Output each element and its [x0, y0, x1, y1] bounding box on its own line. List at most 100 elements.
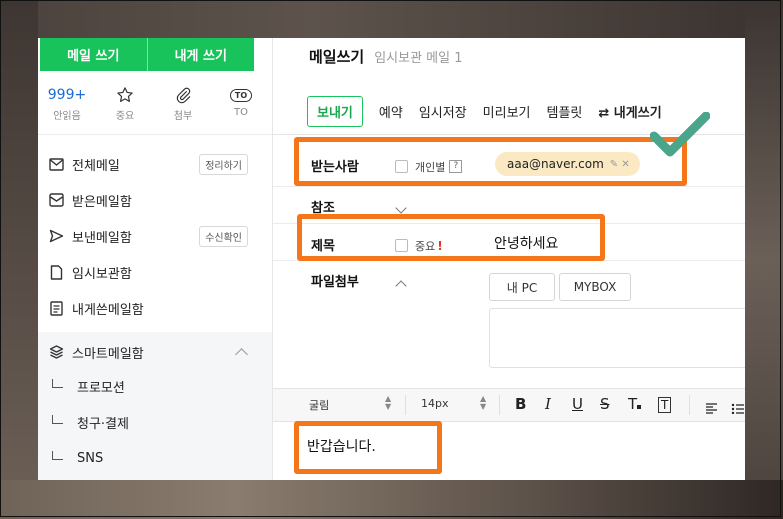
sidebar-item-label: 청구·결제 [77, 416, 129, 432]
chevron-down-icon[interactable] [395, 197, 407, 216]
recipient-label: 받는사람 [311, 160, 359, 175]
mail-app: 메일 쓰기 내게 쓰기 999+ 안읽음 중요 첨부 TO TO 전체메일 정리… [38, 38, 745, 480]
important-label: 중요 [415, 239, 436, 253]
sidebar-divider [38, 134, 272, 135]
sidebar-item-self-sent[interactable]: 내게쓴메일함 [38, 290, 272, 326]
compose-toolbar: 보내기 예약 임시저장 미리보기 템플릿 ⇄ 내게쓰기 [307, 96, 662, 127]
important-checkbox[interactable] [395, 239, 408, 252]
important-label: 중요 [115, 111, 135, 122]
font-stepper-icon[interactable]: ▲ ▼ [385, 395, 391, 411]
sidebar-item-sns[interactable]: SNS [38, 440, 272, 476]
individual-label: 개인별 [415, 160, 446, 174]
unread-label: 안읽음 [53, 111, 81, 122]
underline-icon[interactable]: U [572, 395, 583, 413]
attachment-label: 첨부 [173, 111, 193, 122]
to-label: TO [234, 107, 248, 118]
attachment-drop-zone[interactable] [489, 308, 745, 368]
chevron-up-icon[interactable] [395, 275, 407, 294]
recipient-address: aaa@naver.com [507, 157, 604, 171]
sidebar: 메일 쓰기 내게 쓰기 999+ 안읽음 중요 첨부 TO TO 전체메일 정리… [38, 38, 273, 480]
attachment-filter[interactable]: 첨부 [154, 84, 212, 124]
compose-header: 메일쓰기 임시보관 메일 1 [309, 46, 463, 67]
my-pc-button[interactable]: 내 PC [489, 273, 555, 301]
subject-row: 제목 중요! 안녕하세요 [273, 224, 745, 261]
help-icon[interactable]: ? [449, 160, 463, 173]
sidebar-item-billing[interactable]: 청구·결제 [38, 404, 272, 440]
subject-label: 제목 [311, 239, 335, 254]
attachment-label: 파일첨부 [311, 275, 359, 290]
envelope-icon [48, 156, 64, 172]
cc-row: 참조 [273, 187, 745, 224]
unread-filter[interactable]: 999+ 안읽음 [38, 84, 96, 124]
important-filter[interactable]: 중요 [96, 84, 154, 124]
send-button[interactable]: 보내기 [307, 96, 363, 127]
individual-checkbox[interactable] [395, 160, 408, 173]
sidebar-item-label: 전체메일 [72, 158, 120, 174]
sidebar-item-all-mail[interactable]: 전체메일 정리하기 [38, 146, 272, 182]
to-icon: TO [229, 84, 253, 106]
reserve-button[interactable]: 예약 [379, 102, 403, 121]
background-top [0, 0, 783, 38]
mybox-button[interactable]: MYBOX [559, 273, 631, 301]
mail-body-editor[interactable]: 반갑습니다. [307, 436, 376, 456]
align-left-icon[interactable] [705, 399, 718, 418]
smart-mailbox-section: 스마트메일함 프로모션 청구·결제 SNS [38, 332, 272, 480]
important-option: 중요! [395, 235, 443, 254]
tree-elbow-icon [52, 414, 63, 424]
sidebar-item-smart[interactable]: 스마트메일함 [38, 336, 272, 368]
send-icon [48, 228, 64, 244]
recipient-chip[interactable]: aaa@naver.com ✎ ✕ [495, 152, 640, 176]
sidebar-item-label: 내게쓴메일함 [72, 302, 144, 318]
write-mail-button[interactable]: 메일 쓰기 [40, 38, 147, 71]
sidebar-item-drafts[interactable]: 임시보관함 [38, 254, 272, 290]
sidebar-item-promotion[interactable]: 프로모션 [38, 368, 272, 404]
cc-label: 참조 [311, 201, 335, 216]
note-icon [48, 300, 64, 316]
tree-elbow-icon [52, 450, 63, 460]
italic-icon[interactable]: I [545, 395, 551, 413]
sidebar-item-label: 스마트메일함 [72, 346, 144, 362]
strikethrough-icon[interactable]: S [600, 395, 610, 413]
compose-panel: 메일쓰기 임시보관 메일 1 보내기 예약 임시저장 미리보기 템플릿 ⇄ 내게… [273, 38, 745, 480]
text-bg-icon[interactable]: T [658, 397, 672, 413]
text-color-icon[interactable]: T [628, 395, 642, 413]
unread-count: 999+ [47, 87, 87, 103]
size-stepper-icon[interactable]: ▲ ▼ [480, 395, 486, 411]
list-icon[interactable] [731, 399, 744, 418]
mailbox-nav: 전체메일 정리하기 받은메일함 보낸메일함 수신확인 임시보관함 내게쓴메일함 [38, 146, 272, 326]
tree-elbow-icon [52, 378, 63, 388]
preview-button[interactable]: 미리보기 [483, 102, 531, 121]
sidebar-item-label: SNS [77, 450, 104, 466]
subject-input[interactable]: 안녕하세요 [494, 233, 558, 253]
size-select[interactable]: 14px [421, 397, 449, 410]
template-button[interactable]: 템플릿 [547, 102, 583, 121]
sidebar-item-label: 프로모션 [77, 380, 125, 396]
organize-button[interactable]: 정리하기 [199, 154, 248, 175]
font-select[interactable]: 굴림 [309, 397, 329, 413]
background-right [745, 0, 783, 519]
chevron-up-icon[interactable] [235, 348, 248, 361]
background-left [0, 0, 38, 519]
read-receipt-button[interactable]: 수신확인 [199, 226, 248, 247]
background-bottom [0, 480, 783, 519]
paperclip-icon [174, 84, 192, 106]
checkmark-icon [649, 111, 711, 166]
divider [405, 395, 406, 415]
sidebar-item-label: 임시보관함 [72, 266, 132, 282]
quick-filters: 999+ 안읽음 중요 첨부 TO TO [38, 84, 272, 124]
sidebar-item-inbox[interactable]: 받은메일함 [38, 182, 272, 218]
to-filter[interactable]: TO TO [212, 84, 270, 124]
bold-icon[interactable]: B [515, 395, 526, 413]
sidebar-item-label: 보낸메일함 [72, 230, 132, 246]
inbox-icon [48, 192, 64, 208]
write-to-me-button[interactable]: 내게 쓰기 [146, 38, 254, 71]
individual-option: 개인별? [395, 156, 463, 175]
star-icon [116, 84, 134, 106]
draft-count[interactable]: 임시보관 메일 1 [374, 47, 462, 66]
save-draft-button[interactable]: 임시저장 [419, 102, 467, 121]
edit-remove-icons[interactable]: ✎ ✕ [610, 159, 630, 170]
sidebar-item-sent[interactable]: 보낸메일함 수신확인 [38, 218, 272, 254]
divider [499, 395, 500, 415]
write-buttons: 메일 쓰기 내게 쓰기 [40, 38, 254, 71]
page-title: 메일쓰기 [309, 48, 365, 66]
